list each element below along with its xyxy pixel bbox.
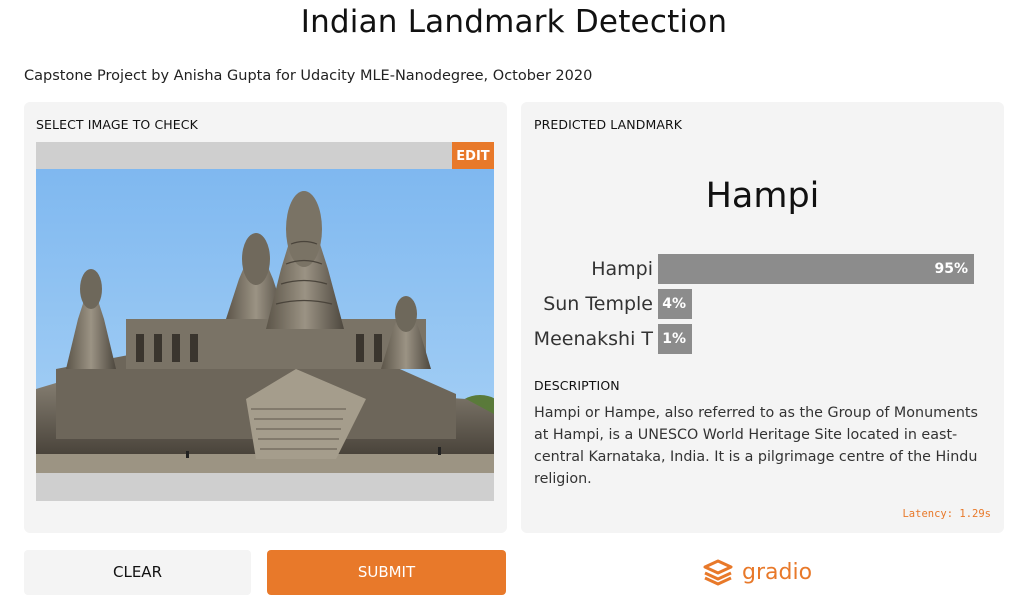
confidence-value: 4% xyxy=(662,296,686,312)
gradio-brand[interactable]: gradio xyxy=(702,555,812,589)
input-panel-label: SELECT IMAGE TO CHECK xyxy=(36,117,198,132)
gradio-brand-text: gradio xyxy=(742,559,813,585)
clear-button[interactable]: CLEAR xyxy=(24,550,251,595)
description-label: DESCRIPTION xyxy=(534,378,620,393)
gradio-logo-icon xyxy=(703,559,733,586)
confidence-row: Hampi 95% xyxy=(521,254,1004,284)
uploaded-image xyxy=(36,169,494,473)
output-panel-label: PREDICTED LANDMARK xyxy=(534,117,683,132)
confidence-bar: 95% xyxy=(658,254,974,284)
output-panel: PREDICTED LANDMARK Hampi Hampi 95% Sun Tem… xyxy=(521,102,1004,533)
confidence-row: Sun Temple 4% xyxy=(521,289,1004,319)
confidence-label: Sun Temple xyxy=(543,293,653,315)
temple-photo xyxy=(36,169,494,473)
confidence-row: Meenakshi T 1% xyxy=(521,324,1004,354)
page-subtitle: Capstone Project by Anisha Gupta for Uda… xyxy=(24,68,593,84)
predicted-landmark: Hampi xyxy=(705,176,820,216)
edit-button[interactable]: EDIT xyxy=(452,142,494,172)
image-input[interactable]: EDIT xyxy=(36,142,494,501)
confidence-bar: 1% xyxy=(658,324,692,354)
confidence-label: Meenakshi T xyxy=(533,328,653,350)
page-title: Indian Landmark Detection xyxy=(300,4,728,40)
submit-button[interactable]: SUBMIT xyxy=(267,550,506,595)
confidence-value: 1% xyxy=(662,331,686,347)
confidence-value: 95% xyxy=(934,261,968,277)
description-text: Hampi or Hampe, also referred to as the … xyxy=(534,405,978,487)
latency-readout: Latency: 1.29s xyxy=(902,508,991,520)
confidence-bar: 4% xyxy=(658,289,692,319)
input-panel: SELECT IMAGE TO CHECK EDIT xyxy=(24,102,507,533)
confidence-label: Hampi xyxy=(591,258,653,280)
